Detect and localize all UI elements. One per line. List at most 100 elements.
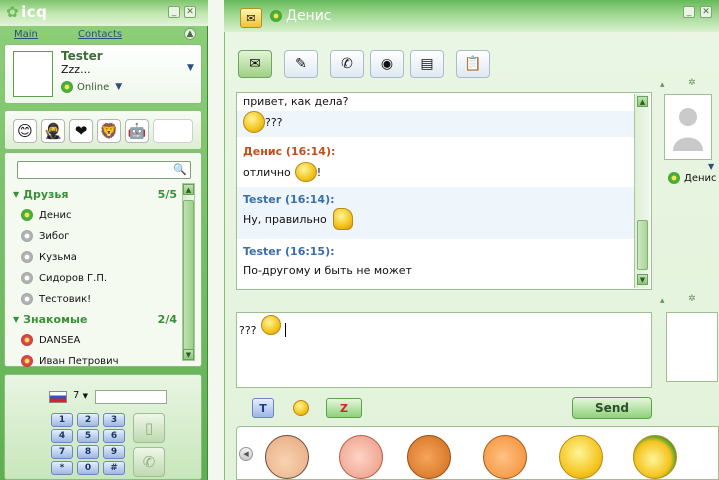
contact-item[interactable]: Денис	[21, 205, 179, 225]
history-message: ???	[237, 111, 635, 137]
contact-item[interactable]: DANSEA	[21, 330, 179, 350]
contact-name: Денис	[39, 209, 72, 221]
keypad-key[interactable]: 6	[103, 429, 125, 443]
message-input[interactable]: ???	[236, 312, 652, 388]
close-icon[interactable]: ✕	[700, 6, 712, 18]
spy-smiley-icon[interactable]	[265, 435, 309, 479]
xtraz-empty-slot	[153, 119, 193, 143]
contact-list: ▼ Друзья 5/5 Денис Зибог Кузьма Сидоров Г.П. Те…	[13, 183, 181, 367]
message-mode-button[interactable]: ✉	[238, 50, 272, 78]
call-key-icon[interactable]: ✆	[133, 447, 165, 477]
rasta-smiley-icon[interactable]	[633, 435, 677, 479]
history-button[interactable]: 📋	[456, 50, 490, 78]
keypad-key[interactable]: 0	[77, 461, 99, 475]
minimize-icon[interactable]: _	[683, 6, 695, 18]
video-call-button[interactable]: ◉	[370, 50, 404, 78]
keypad-key[interactable]: *	[51, 461, 73, 475]
message-icon: ✉	[249, 56, 261, 72]
rabbit-smiley-icon[interactable]	[483, 435, 527, 479]
heart-icon[interactable]: ❤	[69, 119, 93, 143]
collapse-up-icon[interactable]: ▲	[184, 28, 196, 40]
scroll-down-icon[interactable]: ▼	[637, 274, 648, 285]
keypad-key[interactable]: 9	[103, 445, 125, 459]
scroll-up-icon[interactable]: ▲	[637, 96, 648, 107]
input-content: ???	[239, 315, 286, 337]
pin-icon[interactable]: ▴	[660, 296, 665, 306]
search-input[interactable]: 🔍	[17, 161, 191, 179]
ninja-icon[interactable]: 🥷	[41, 119, 65, 143]
offline-status-icon	[21, 251, 33, 263]
contact-group[interactable]: ▼ Знакомые 2/4	[13, 310, 179, 328]
status-message[interactable]: Zzz...	[61, 63, 91, 76]
settings-gear-icon[interactable]: ✲	[688, 294, 696, 304]
message-text: привет, как дела?	[243, 95, 349, 108]
keypad-key[interactable]: 5	[77, 429, 99, 443]
online-status-icon	[21, 209, 33, 221]
group-collapse-icon[interactable]: ▼	[13, 190, 19, 199]
tab-contacts[interactable]: Contacts	[78, 29, 122, 40]
text-format-button[interactable]: T	[252, 398, 274, 418]
country-code[interactable]: 7 ▼	[73, 390, 88, 401]
self-avatar[interactable]	[666, 312, 718, 382]
tab-main[interactable]: Main	[14, 29, 38, 40]
message-text: отлично	[243, 165, 291, 179]
keypad-key[interactable]: #	[103, 461, 125, 475]
smile-emoticon-icon	[243, 111, 265, 133]
group-collapse-icon[interactable]: ▼	[13, 315, 19, 324]
cat-smiley-icon[interactable]	[407, 435, 451, 479]
history-scrollbar[interactable]: ▲ ▼	[634, 94, 650, 288]
contact-item[interactable]: Тестовик!	[21, 289, 179, 309]
keypad-key[interactable]: 1	[51, 413, 73, 427]
avatar[interactable]	[13, 51, 53, 97]
lion-icon[interactable]: 🦁	[97, 119, 121, 143]
keypad-key[interactable]: 8	[77, 445, 99, 459]
scroll-thumb[interactable]	[637, 220, 648, 270]
contact-list-scrollbar[interactable]: ▲ ▼	[182, 183, 195, 361]
scroll-up-icon[interactable]: ▲	[183, 184, 194, 195]
sad-smiley-icon[interactable]	[559, 435, 603, 479]
voicemail-key-icon[interactable]: ▯	[133, 413, 165, 443]
away-status-icon	[21, 355, 33, 367]
search-icon[interactable]: 🔍	[173, 163, 187, 176]
chevron-down-icon: ▼	[115, 82, 123, 92]
scroll-left-icon[interactable]: ◀	[239, 447, 253, 461]
buzz-button[interactable]: Z	[326, 398, 362, 418]
contact-item[interactable]: Сидоров Г.П.	[21, 268, 179, 288]
contact-item[interactable]: Зибог	[21, 226, 179, 246]
contact-avatar[interactable]	[664, 94, 712, 160]
contact-name: DANSEA	[39, 334, 81, 346]
status-selector[interactable]: Online ▼	[61, 81, 122, 93]
sms-mode-button[interactable]: ✎	[284, 50, 318, 78]
contact-item[interactable]: Иван Петрович	[21, 351, 179, 371]
face-icon[interactable]: 😊	[13, 119, 37, 143]
bald-man-smiley-icon[interactable]	[339, 435, 383, 479]
settings-gear-icon[interactable]: ✲	[688, 78, 696, 88]
scroll-thumb[interactable]	[183, 200, 194, 350]
call-button[interactable]: ✆	[330, 50, 364, 78]
scroll-down-icon[interactable]: ▼	[183, 349, 194, 360]
keypad-key[interactable]: 3	[103, 413, 125, 427]
message-text: По-другому и быть не может	[243, 264, 412, 277]
close-icon[interactable]: ✕	[184, 6, 196, 18]
phone-number-input[interactable]	[95, 390, 167, 404]
contact-group[interactable]: ▼ Друзья 5/5	[13, 185, 179, 203]
file-transfer-button[interactable]: ▤	[410, 50, 444, 78]
emoticon-button[interactable]	[290, 398, 312, 418]
keypad-key[interactable]: 7	[51, 445, 73, 459]
status-message-dropdown-icon[interactable]: ▼	[187, 63, 194, 73]
group-count: 2/4	[157, 312, 177, 326]
keypad-key[interactable]: 2	[77, 413, 99, 427]
contact-list-titlebar[interactable]: ✿ icq _ ✕	[0, 0, 208, 26]
away-status-icon	[21, 334, 33, 346]
message-text: Ну, правильно	[243, 212, 327, 226]
russia-flag-icon[interactable]	[49, 391, 67, 403]
dialer-panel: 7 ▼ 1 2 3 4 5 6 7 8 9 * 0 # ▯ ✆	[4, 374, 202, 480]
send-button[interactable]: Send	[572, 397, 652, 419]
pin-icon[interactable]: ▴	[660, 80, 665, 90]
robot-icon[interactable]: 🤖	[125, 119, 149, 143]
chat-titlebar[interactable]: ✉ Денис _ ✕	[224, 0, 719, 32]
minimize-icon[interactable]: _	[168, 6, 180, 18]
keypad-key[interactable]: 4	[51, 429, 73, 443]
contact-item[interactable]: Кузьма	[21, 247, 179, 267]
avatar-dropdown-icon[interactable]: ▼	[708, 162, 714, 171]
